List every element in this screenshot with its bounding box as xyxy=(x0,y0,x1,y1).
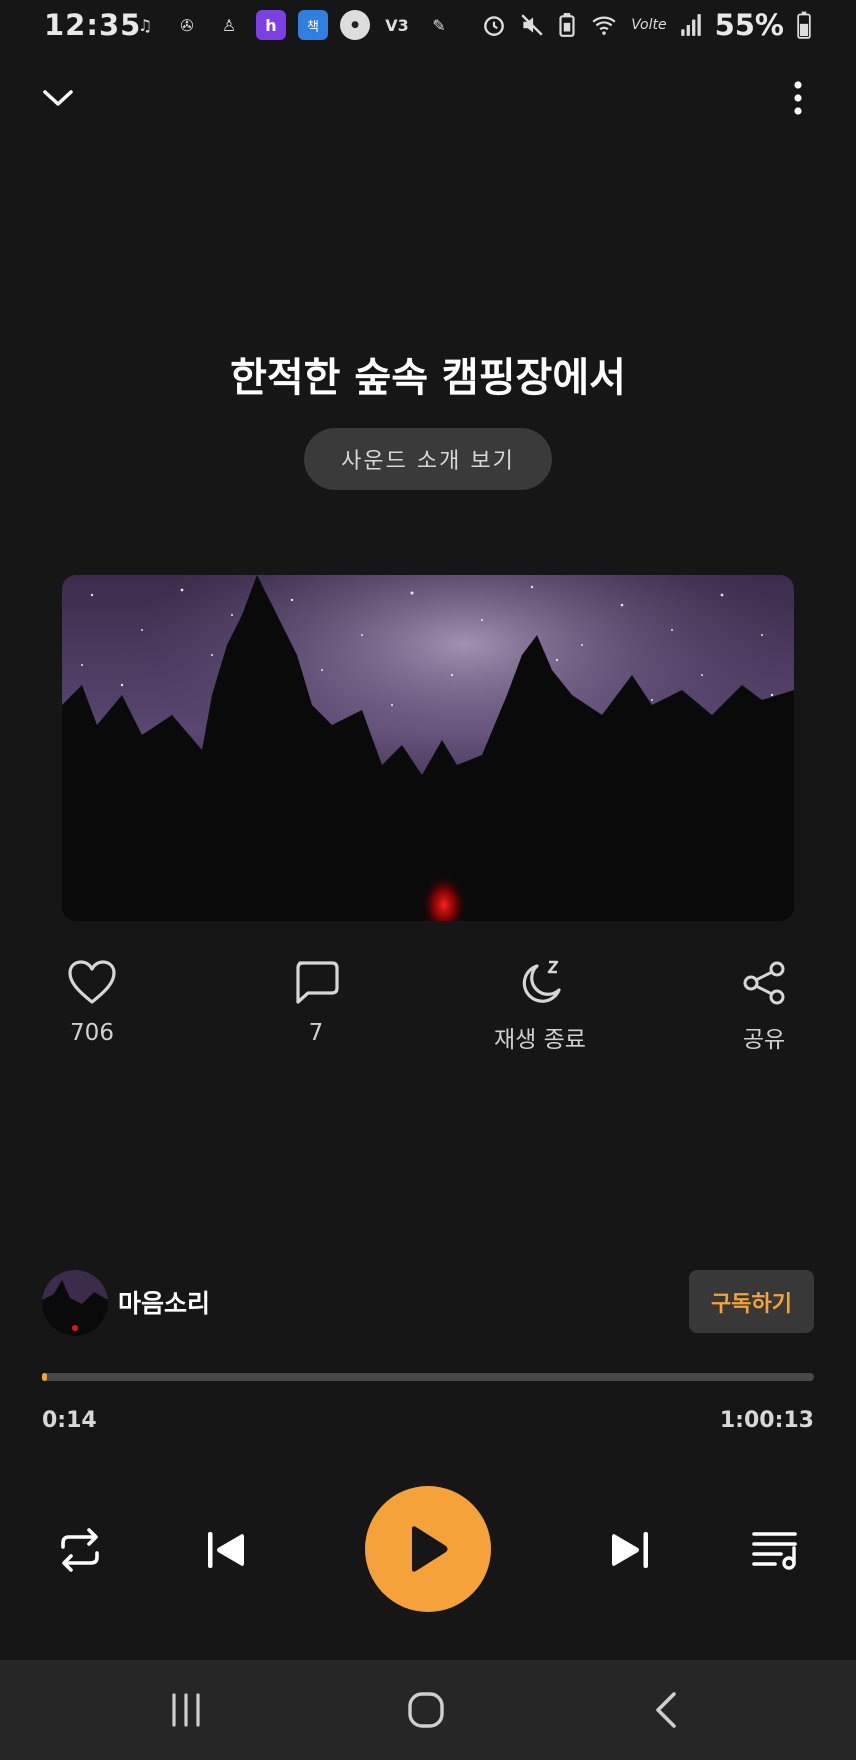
share-action[interactable]: 공유 xyxy=(704,960,824,1054)
book-app-icon: 책 xyxy=(298,10,328,40)
comment-count: 7 xyxy=(308,1020,324,1046)
home-button[interactable] xyxy=(396,1680,456,1740)
alarm-icon xyxy=(484,16,505,36)
status-bar: 12:35 ♫ ✇ ♙ h 책 ● V3 ✎ Volte 55% xyxy=(0,0,856,52)
lock-app-icon: ● xyxy=(340,10,370,40)
chevron-down-icon xyxy=(43,90,73,106)
sleep-timer-label: 재생 종료 xyxy=(494,1027,586,1053)
fan-icon: ✇ xyxy=(180,15,194,35)
v3-app-icon: V3 xyxy=(385,15,409,35)
back-icon xyxy=(656,1692,676,1728)
playlist-button[interactable] xyxy=(736,1510,816,1590)
skip-next-icon xyxy=(612,1532,648,1568)
status-time: 12:35 xyxy=(44,8,142,42)
signal-icon xyxy=(680,14,701,36)
share-label: 공유 xyxy=(742,1027,786,1053)
cover-image xyxy=(62,575,794,921)
music-note-icon: ♫ xyxy=(137,15,153,35)
system-nav-bar xyxy=(0,1660,856,1760)
channel-name[interactable]: 마음소리 xyxy=(118,1284,210,1320)
like-count: 706 xyxy=(70,1020,114,1046)
playlist-icon xyxy=(752,1532,797,1570)
home-icon xyxy=(408,1692,444,1728)
progress-bar[interactable] xyxy=(42,1373,814,1381)
mute-icon xyxy=(521,14,543,36)
system-icons: Volte 55% xyxy=(481,8,812,42)
total-time: 1:00:13 xyxy=(719,1408,814,1433)
more-options-button[interactable] xyxy=(774,74,822,122)
track-title: 한적한 숲속 캠핑장에서 xyxy=(230,355,626,401)
collapse-button[interactable] xyxy=(34,74,82,122)
battery-saver-icon xyxy=(559,13,575,37)
heart-icon xyxy=(68,960,116,1004)
play-button[interactable] xyxy=(365,1486,491,1612)
previous-button[interactable] xyxy=(186,1510,266,1590)
more-vertical-icon xyxy=(794,81,802,115)
comment-action[interactable]: 7 xyxy=(256,960,376,1046)
channel-avatar[interactable] xyxy=(42,1270,108,1336)
progress-fill xyxy=(42,1373,47,1381)
skip-previous-icon xyxy=(208,1532,244,1568)
sleep-timer-action[interactable]: 재생 종료 xyxy=(480,960,600,1054)
repeat-icon xyxy=(61,1528,99,1572)
comment-icon xyxy=(296,961,339,1004)
play-icon xyxy=(412,1526,448,1572)
back-button[interactable] xyxy=(636,1680,696,1740)
wifi-icon xyxy=(592,16,616,35)
pen-app-icon: ✎ xyxy=(432,15,446,35)
sound-intro-button[interactable]: 사운드 소개 보기 xyxy=(304,428,552,490)
volte-icon: Volte xyxy=(631,17,667,33)
share-icon xyxy=(743,961,785,1005)
repeat-button[interactable] xyxy=(40,1510,120,1590)
next-button[interactable] xyxy=(590,1510,670,1590)
like-action[interactable]: 706 xyxy=(32,960,152,1046)
recents-icon xyxy=(172,1693,200,1727)
recents-button[interactable] xyxy=(156,1680,216,1740)
current-time: 0:14 xyxy=(42,1408,97,1433)
moon-sleep-icon xyxy=(522,960,561,1003)
battery-percent: 55% xyxy=(714,8,784,42)
subscribe-button[interactable]: 구독하기 xyxy=(689,1270,814,1333)
h-app-icon: h xyxy=(256,10,286,40)
notification-icons: ♫ ✇ ♙ h 책 ● V3 ✎ xyxy=(130,10,454,40)
figure-icon: ♙ xyxy=(221,15,237,35)
battery-icon xyxy=(797,11,811,39)
